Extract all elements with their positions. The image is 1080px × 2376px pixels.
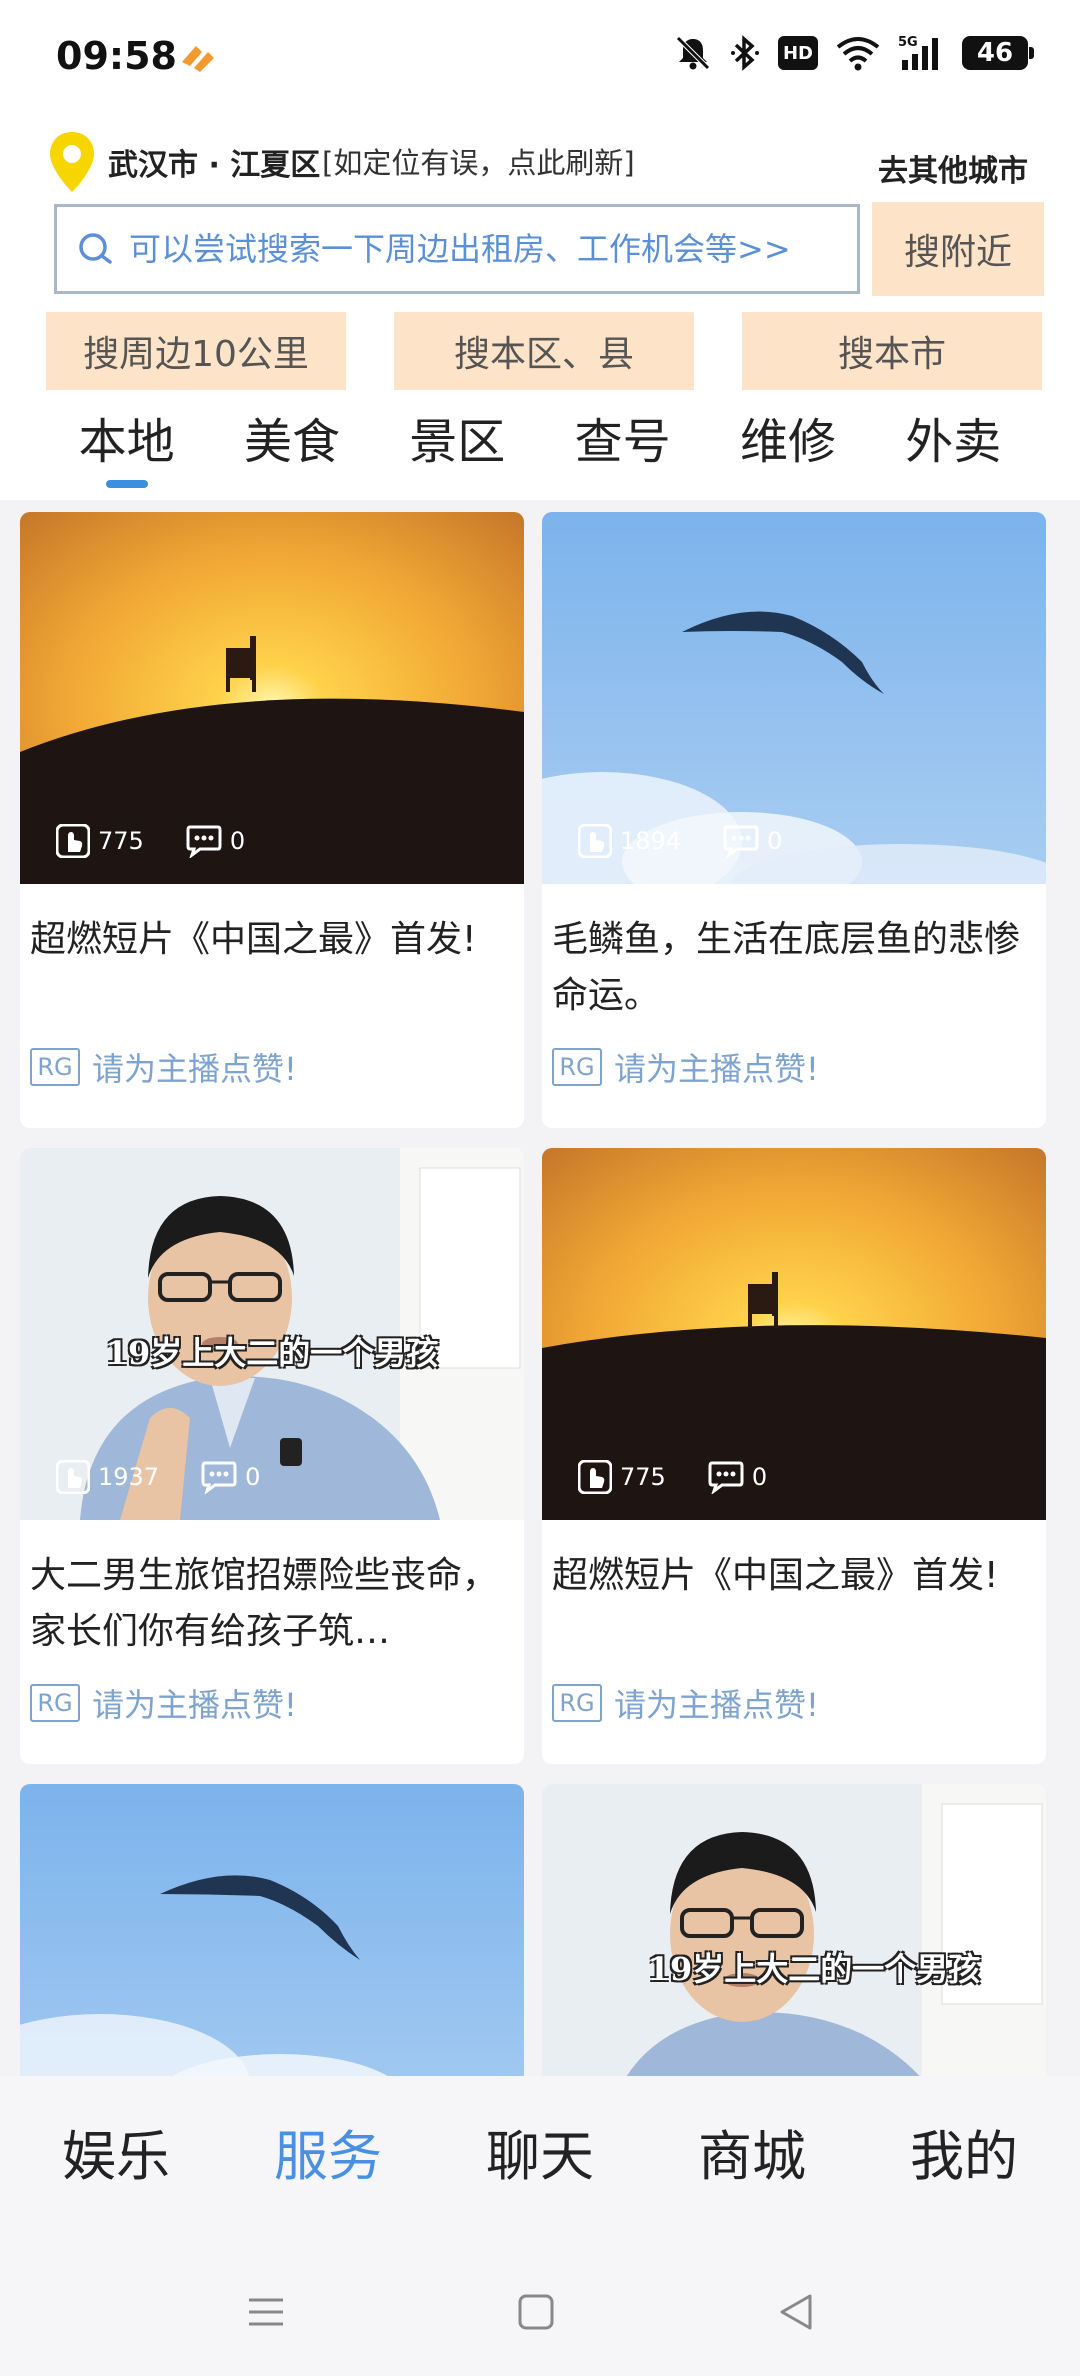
comment-count: 0 — [245, 1463, 261, 1491]
search-box[interactable] — [54, 204, 860, 294]
video-caption-overlay: 19岁上大二的一个男孩 — [647, 1950, 981, 1988]
video-thumbnail[interactable]: 19岁上大二的一个男孩 — [542, 1784, 1046, 2076]
category-tabs: 本地 美食 景区 查号 维修 外卖 — [0, 402, 1080, 500]
location-header: 武汉市 · 江夏区 [如定位有误，点此刷新] 去其他城市 搜附近 搜周边10公里… — [0, 120, 1080, 500]
search-10km-button[interactable]: 搜周边10公里 — [46, 312, 346, 390]
like-hand-icon — [578, 824, 612, 858]
nav-chat[interactable]: 聊天 — [486, 2112, 594, 2191]
cellular-signal-icon: 5G — [898, 35, 938, 70]
video-card[interactable]: 1894 0 毛鳞鱼，生活在底层鱼的悲惨命运。 RG 请为主播点赞! — [542, 512, 1046, 1128]
search-district-button[interactable]: 搜本区、县 — [394, 312, 694, 390]
author-row: RG 请为主播点赞! — [30, 1680, 297, 1726]
nav-entertainment[interactable]: 娱乐 — [62, 2112, 170, 2191]
author-badge: RG — [30, 1684, 80, 1722]
comment-icon — [186, 825, 222, 858]
tab-takeout[interactable]: 外卖 — [878, 402, 1028, 500]
comment-count: 0 — [767, 827, 783, 855]
bluetooth-icon — [731, 35, 759, 71]
search-nearby-button[interactable]: 搜附近 — [872, 202, 1044, 296]
search-input[interactable] — [129, 230, 849, 268]
like-count: 775 — [98, 827, 144, 855]
video-feed[interactable]: 775 0 超燃短片《中国之最》首发! RG 请为主播点赞! 1894 0 毛鳞… — [0, 500, 1080, 2076]
battery-icon: 46 — [962, 36, 1034, 70]
video-card[interactable]: 19岁上大二的一个男孩 — [542, 1784, 1046, 2076]
video-stats: 775 0 — [56, 824, 287, 858]
tab-label: 景区 — [409, 414, 506, 470]
comment-icon — [201, 1461, 237, 1494]
active-tab-indicator — [105, 480, 148, 488]
tab-food[interactable]: 美食 — [217, 402, 367, 500]
comment-count: 0 — [751, 1463, 768, 1491]
comment-icon — [723, 825, 759, 858]
tab-repair[interactable]: 维修 — [713, 402, 863, 500]
author-name[interactable]: 请为主播点赞! — [92, 1680, 297, 1726]
video-stats: 775 0 — [578, 1460, 809, 1494]
sky-bird-image — [20, 1784, 524, 2076]
tab-label: 美食 — [243, 414, 340, 470]
hd-badge: HD — [778, 36, 818, 70]
network-type-label: 5G — [898, 35, 918, 50]
video-title[interactable]: 超燃短片《中国之最》首发! — [30, 912, 510, 1024]
mute-bell-icon — [676, 36, 710, 70]
video-card[interactable]: 19岁上大二的一个男孩 1937 0 大二男生旅馆招嫖险些丧命，家长们你有给孩子… — [20, 1148, 524, 1764]
video-stats: 1937 0 — [56, 1460, 302, 1494]
status-bar: 09:58 HD 5G 46 — [0, 0, 1080, 120]
tab-label: 本地 — [78, 414, 175, 470]
search-city-button[interactable]: 搜本市 — [742, 312, 1042, 390]
tab-label: 查号 — [574, 414, 671, 470]
comment-icon — [708, 1461, 744, 1494]
like-count: 1894 — [620, 827, 682, 855]
location-pin-icon[interactable] — [46, 130, 98, 196]
like-count: 1937 — [98, 1463, 160, 1491]
bottom-nav: 娱乐 服务 聊天 商城 我的 — [0, 2076, 1080, 2256]
app-notification-icon — [182, 46, 214, 72]
back-icon[interactable] — [776, 2292, 816, 2332]
search-icon — [79, 233, 112, 264]
video-card[interactable] — [20, 1784, 524, 2076]
author-row: RG 请为主播点赞! — [30, 1044, 297, 1090]
status-time: 09:58 — [56, 34, 177, 78]
nav-services[interactable]: 服务 — [274, 2112, 382, 2191]
tab-local[interactable]: 本地 — [52, 402, 202, 500]
like-hand-icon — [56, 824, 90, 858]
video-thumbnail[interactable] — [20, 1784, 524, 2076]
author-badge: RG — [552, 1048, 602, 1086]
tab-label: 维修 — [739, 414, 836, 470]
current-city[interactable]: 武汉市 · 江夏区 — [108, 140, 320, 184]
author-name[interactable]: 请为主播点赞! — [614, 1680, 819, 1726]
author-row: RG 请为主播点赞! — [552, 1680, 819, 1726]
status-icons: HD 5G 46 — [674, 34, 1034, 72]
comment-count: 0 — [229, 827, 246, 855]
video-title[interactable]: 毛鳞鱼，生活在底层鱼的悲惨命运。 — [552, 912, 1032, 1024]
video-caption-overlay: 19岁上大二的一个男孩 — [105, 1334, 439, 1372]
like-count: 775 — [620, 1463, 666, 1491]
wifi-icon — [836, 37, 880, 71]
nav-mall[interactable]: 商城 — [698, 2112, 806, 2191]
author-name[interactable]: 请为主播点赞! — [614, 1044, 819, 1090]
tab-scenic[interactable]: 景区 — [382, 402, 532, 500]
author-badge: RG — [30, 1048, 80, 1086]
tab-label: 外卖 — [905, 414, 1002, 470]
video-title[interactable]: 大二男生旅馆招嫖险些丧命，家长们你有给孩子筑… — [30, 1548, 510, 1660]
author-name[interactable]: 请为主播点赞! — [92, 1044, 297, 1090]
video-stats: 1894 0 — [578, 824, 824, 858]
other-city-link[interactable]: 去其他城市 — [878, 146, 1028, 190]
video-card[interactable]: 775 0 超燃短片《中国之最》首发! RG 请为主播点赞! — [542, 1148, 1046, 1764]
system-navigation-bar — [0, 2256, 1080, 2376]
menu-icon[interactable] — [246, 2292, 286, 2332]
refresh-location-link[interactable]: [如定位有误，点此刷新] — [322, 140, 635, 182]
video-card[interactable]: 775 0 超燃短片《中国之最》首发! RG 请为主播点赞! — [20, 512, 524, 1128]
home-icon[interactable] — [516, 2292, 556, 2332]
man-talking-image — [542, 1784, 1046, 2076]
like-hand-icon — [56, 1460, 90, 1494]
tab-lookup[interactable]: 查号 — [548, 402, 698, 500]
video-title[interactable]: 超燃短片《中国之最》首发! — [552, 1548, 1032, 1660]
like-hand-icon — [578, 1460, 612, 1494]
nav-profile[interactable]: 我的 — [910, 2112, 1018, 2191]
author-row: RG 请为主播点赞! — [552, 1044, 819, 1090]
author-badge: RG — [552, 1684, 602, 1722]
